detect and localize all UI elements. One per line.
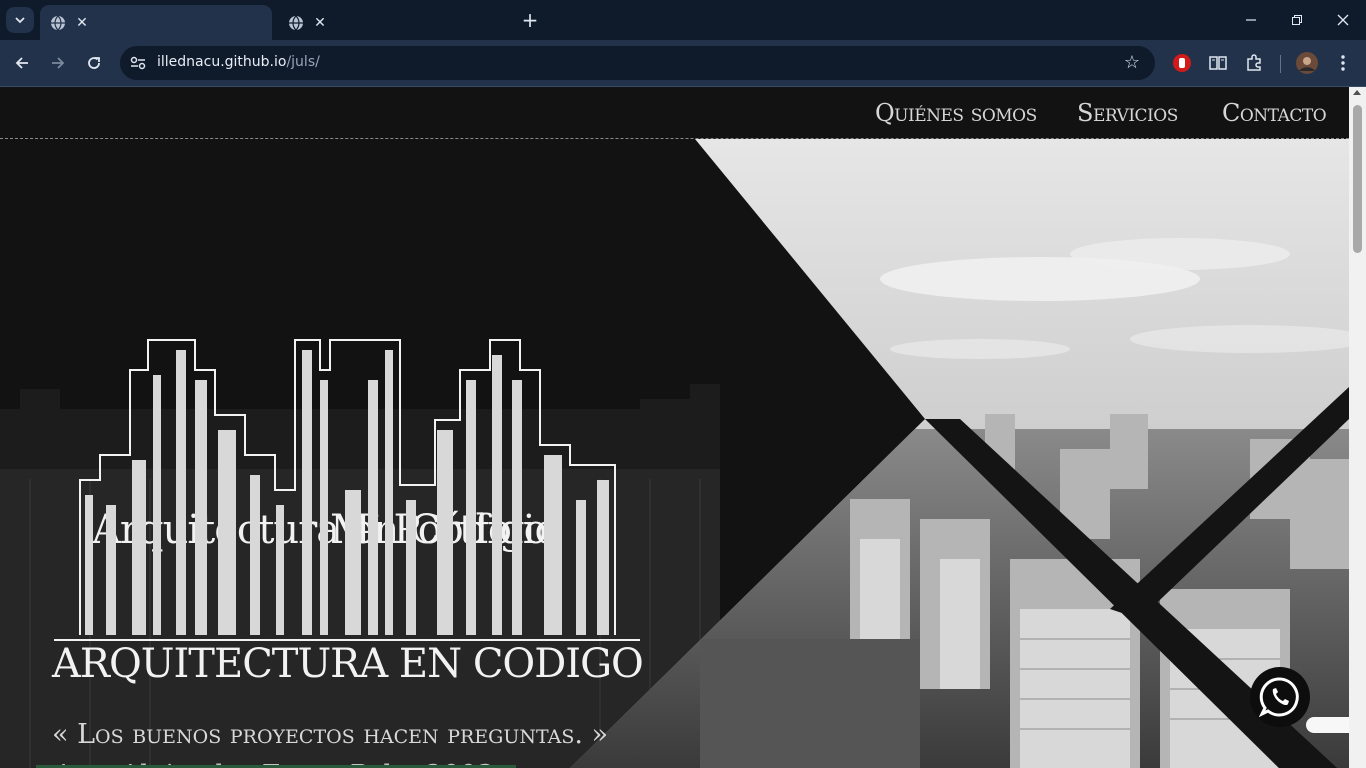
building-logo-icon (54, 339, 640, 641)
site-settings-icon[interactable] (128, 53, 148, 73)
tab-close-icon[interactable]: ✕ (312, 15, 328, 31)
stop-hand-icon (1173, 54, 1191, 72)
book-icon (1209, 56, 1227, 70)
chevron-down-icon (15, 17, 25, 24)
avatar-icon (1296, 52, 1318, 74)
bookmark-star-icon[interactable]: ☆ (1121, 52, 1143, 74)
nav-link-servicios[interactable]: Servicios (1077, 99, 1178, 127)
skyline-logo (50, 335, 640, 645)
puzzle-icon (1247, 54, 1261, 71)
tab-portfolio[interactable]: Mi Portfolio ✕ (278, 5, 558, 553)
restore-icon (1292, 15, 1302, 25)
hero-quote: « Los buenos proyectos hacen preguntas. … (52, 719, 609, 750)
reload-button[interactable] (80, 49, 108, 77)
toolbar-separator (1280, 55, 1281, 73)
chrome-menu-button[interactable] (1332, 52, 1354, 74)
minimize-button[interactable] (1228, 0, 1274, 40)
tab-search-button[interactable] (6, 7, 34, 33)
profile-avatar[interactable] (1296, 52, 1318, 74)
tab-arquitectura[interactable]: Arquitectura en Código ✕ (40, 5, 547, 553)
globe-icon (51, 15, 65, 30)
arrow-left-icon (15, 57, 28, 69)
reading-mode-icon[interactable] (1207, 52, 1229, 74)
globe-icon (289, 15, 303, 30)
adblock-extension-icon[interactable] (1171, 52, 1193, 74)
url-path: /juls/ (286, 54, 320, 70)
whatsapp-icon (1259, 677, 1299, 718)
minimize-icon (1246, 19, 1256, 21)
address-bar[interactable]: illednacu.github.io/juls/ ☆ (120, 46, 1155, 80)
browser-toolbar: illednacu.github.io/juls/ ☆ (0, 40, 1366, 86)
close-icon (1337, 14, 1349, 26)
reload-icon (88, 57, 100, 69)
scrollbar-thumb[interactable] (1353, 105, 1362, 253)
url-text: illednacu.github.io/juls/ (157, 54, 320, 70)
nav-link-contacto[interactable]: Contacto (1222, 99, 1327, 127)
tab-strip: Arquitectura en Código ✕ Mi Portfolio ✕ … (0, 0, 1366, 553)
more-vert-icon (1341, 55, 1345, 71)
page-scrollbar[interactable] (1349, 87, 1366, 768)
logo-bars (85, 350, 609, 635)
web-page: Quiénes somos Servicios Contacto ARQUITE… (0, 87, 1349, 768)
close-window-button[interactable] (1320, 0, 1366, 40)
hero-title: ARQUITECTURA EN CODIGO (52, 641, 644, 687)
arrow-right-icon (52, 57, 65, 69)
whatsapp-tooltip (1306, 717, 1349, 733)
back-button[interactable] (8, 49, 36, 77)
extensions-button[interactable] (1243, 52, 1265, 74)
forward-button[interactable] (44, 49, 72, 77)
url-host: illednacu.github.io (157, 54, 287, 70)
hero-section: ARQUITECTURA EN CODIGO « Los buenos proy… (0, 139, 1349, 768)
whatsapp-button[interactable] (1250, 667, 1310, 727)
restore-button[interactable] (1274, 0, 1320, 40)
site-nav: Quiénes somos Servicios Contacto (0, 87, 1349, 139)
new-tab-button[interactable]: + (518, 8, 542, 32)
nav-link-quienes-somos[interactable]: Quiénes somos (875, 99, 1037, 127)
scroll-up-arrow-icon[interactable] (1353, 90, 1361, 95)
tab-close-icon[interactable]: ✕ (74, 15, 90, 31)
